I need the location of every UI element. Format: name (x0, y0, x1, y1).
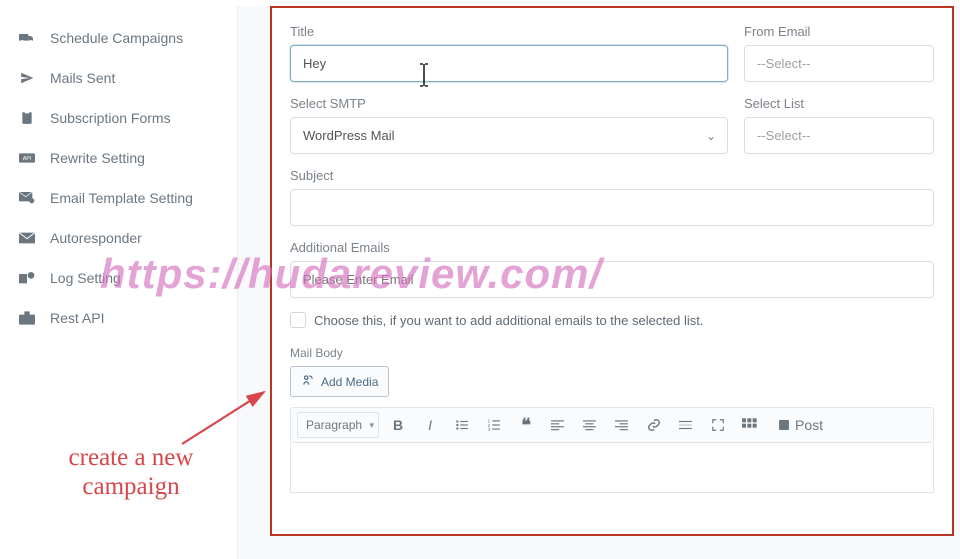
bullet-list-button[interactable] (449, 412, 475, 438)
sidebar-item-autoresponder[interactable]: Autoresponder (0, 218, 237, 258)
from-email-select[interactable]: --Select-- (744, 45, 934, 82)
sidebar-item-label: Autoresponder (50, 230, 142, 246)
sidebar-item-mails-sent[interactable]: Mails Sent (0, 58, 237, 98)
blockquote-button[interactable]: ❝ (513, 412, 539, 438)
align-right-button[interactable] (609, 412, 635, 438)
annotation-text: create a new campaign (26, 444, 236, 502)
sidebar-item-label: Rest API (50, 310, 104, 326)
clipboard-icon (18, 111, 36, 125)
envelope-icon (18, 231, 36, 245)
media-icon (301, 373, 315, 390)
checkbox-label: Choose this, if you want to add addition… (314, 313, 704, 328)
post-button[interactable]: Post (769, 412, 831, 438)
sidebar-item-log-setting[interactable]: Log Setting (0, 258, 237, 298)
campaign-form: Title From Email --Select-- Select SMTP … (270, 6, 954, 536)
editor-toolbar: Paragraph B I 123 ❝ (290, 407, 934, 443)
select-value: --Select-- (757, 56, 810, 71)
svg-text:3: 3 (488, 427, 491, 432)
list-label: Select List (744, 96, 934, 111)
paragraph-format-select[interactable]: Paragraph (297, 412, 379, 438)
paper-plane-icon (18, 71, 36, 85)
sidebar-item-label: Mails Sent (50, 70, 115, 86)
sidebar-item-subscription-forms[interactable]: Subscription Forms (0, 98, 237, 138)
align-center-button[interactable] (577, 412, 603, 438)
smtp-select[interactable]: WordPress Mail (290, 117, 728, 154)
sidebar-item-label: Schedule Campaigns (50, 30, 183, 46)
link-button[interactable] (641, 412, 667, 438)
truck-icon (18, 31, 36, 45)
sidebar-item-schedule-campaigns[interactable]: Schedule Campaigns (0, 18, 237, 58)
additional-emails-input[interactable] (290, 261, 934, 298)
log-icon (18, 271, 36, 285)
sidebar-item-rewrite-setting[interactable]: API Rewrite Setting (0, 138, 237, 178)
insert-more-button[interactable] (673, 412, 699, 438)
subject-label: Subject (290, 168, 934, 183)
sidebar-item-email-template-setting[interactable]: Email Template Setting (0, 178, 237, 218)
briefcase-icon (18, 311, 36, 325)
select-value: WordPress Mail (303, 128, 395, 143)
list-select[interactable]: --Select-- (744, 117, 934, 154)
select-value: --Select-- (757, 128, 810, 143)
add-media-button[interactable]: Add Media (290, 366, 389, 397)
fullscreen-button[interactable] (705, 412, 731, 438)
sidebar-item-label: Subscription Forms (50, 110, 171, 126)
additional-emails-label: Additional Emails (290, 240, 934, 255)
svg-text:API: API (23, 156, 32, 162)
sidebar-item-rest-api[interactable]: Rest API (0, 298, 237, 338)
editor-body[interactable] (290, 443, 934, 493)
toolbar-toggle-button[interactable] (737, 412, 763, 438)
smtp-label: Select SMTP (290, 96, 728, 111)
envelope-gear-icon (18, 191, 36, 205)
sidebar-item-label: Rewrite Setting (50, 150, 145, 166)
add-to-list-checkbox[interactable] (290, 312, 306, 328)
main-panel: Title From Email --Select-- Select SMTP … (238, 6, 960, 559)
from-email-label: From Email (744, 24, 934, 39)
italic-button[interactable]: I (417, 412, 443, 438)
align-left-button[interactable] (545, 412, 571, 438)
title-label: Title (290, 24, 728, 39)
subject-input[interactable] (290, 189, 934, 226)
sidebar-item-label: Log Setting (50, 270, 121, 286)
mail-body-label: Mail Body (290, 346, 934, 360)
sidebar-item-label: Email Template Setting (50, 190, 193, 206)
add-media-label: Add Media (321, 375, 378, 389)
title-input[interactable] (290, 45, 728, 82)
api-icon: API (18, 151, 36, 165)
bold-button[interactable]: B (385, 412, 411, 438)
number-list-button[interactable]: 123 (481, 412, 507, 438)
